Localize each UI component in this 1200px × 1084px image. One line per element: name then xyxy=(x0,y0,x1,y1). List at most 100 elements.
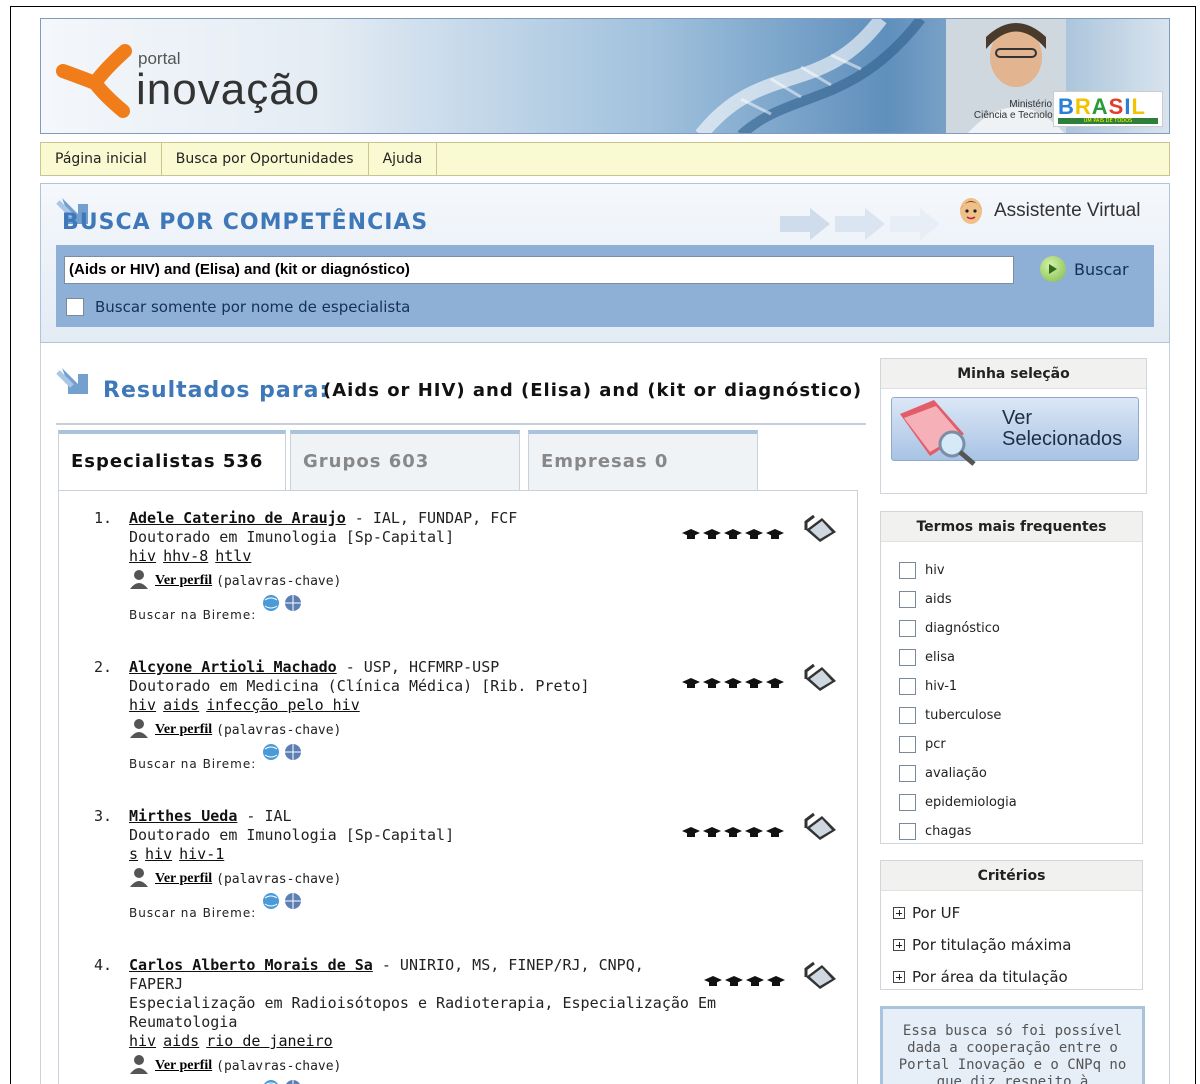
view-profile-link[interactable]: Ver perfil xyxy=(155,722,212,738)
term-item[interactable]: avaliação xyxy=(881,759,1142,788)
bireme-globe-icons[interactable] xyxy=(261,743,303,761)
term-label: diagnóstico xyxy=(925,621,1000,636)
term-item[interactable]: pcr xyxy=(881,730,1142,759)
criteria-item[interactable]: Por UF xyxy=(881,897,1142,929)
term-item[interactable]: diagnóstico xyxy=(881,614,1142,643)
keyword-link[interactable]: aids xyxy=(163,1032,199,1050)
graduation-cap-icon xyxy=(704,974,722,986)
profile-row: Ver perfil (palavras-chave) xyxy=(129,867,709,891)
bireme-globe-icons[interactable] xyxy=(261,594,303,612)
result-keywords: hiv aids infecção pelo hiv xyxy=(129,696,709,715)
criteria-label: Por área da titulação xyxy=(912,968,1068,986)
keyword-link[interactable]: hiv-1 xyxy=(179,845,224,863)
keyword-link[interactable]: htlv xyxy=(215,547,251,565)
term-checkbox[interactable] xyxy=(899,620,916,637)
result-body: Adele Caterino de Araujo - IAL, FUNDAP, … xyxy=(129,509,709,624)
graduation-cap-icon xyxy=(725,974,743,986)
result-detail: Doutorado em Medicina (Clínica Médica) [… xyxy=(129,677,590,695)
view-selected-button[interactable]: Ver Selecionados xyxy=(891,397,1139,466)
search-button[interactable]: Buscar xyxy=(1040,256,1129,282)
term-checkbox[interactable] xyxy=(899,591,916,608)
keyword-link[interactable]: hiv xyxy=(129,1032,156,1050)
criteria-item[interactable]: Por titulação máxima xyxy=(881,929,1142,961)
search-input[interactable]: (Aids or HIV) and (Elisa) and (kit or di… xyxy=(64,256,1014,284)
result-affiliation: - IAL xyxy=(237,807,292,825)
result-heading: Carlos Alberto Morais de Sa - UNIRIO, MS… xyxy=(129,956,709,975)
tab-especialistas[interactable]: Especialistas 536 xyxy=(58,430,286,491)
folder-search-icon xyxy=(900,400,976,466)
keyword-link[interactable]: s xyxy=(129,845,138,863)
nav-home[interactable]: Página inicial xyxy=(41,143,162,175)
result-name-link[interactable]: Alcyone Artioli Machado xyxy=(129,658,337,676)
graduation-cap-icon xyxy=(682,676,700,688)
graduation-cap-icon xyxy=(745,676,763,688)
term-checkbox[interactable] xyxy=(899,649,916,666)
term-item[interactable]: aids xyxy=(881,585,1142,614)
result-number: 4. xyxy=(94,956,113,974)
graduation-cap-icon xyxy=(682,825,700,837)
tab-grupos[interactable]: Grupos 603 xyxy=(290,430,520,490)
bireme-label: Buscar na Bireme: xyxy=(129,757,257,771)
graduation-cap-icons xyxy=(682,676,784,688)
virtual-assistant[interactable]: Assistente Virtual xyxy=(958,196,1140,226)
book-icon[interactable] xyxy=(804,663,838,693)
result-body: Mirthes Ueda - IAL Doutorado em Imunologi… xyxy=(129,807,709,922)
only-name-option: Buscar somente por nome de especialista xyxy=(66,298,410,316)
keyword-link[interactable]: rio de janeiro xyxy=(206,1032,332,1050)
term-checkbox[interactable] xyxy=(899,794,916,811)
term-item[interactable]: chagas xyxy=(881,817,1142,846)
graduation-cap-icon xyxy=(745,825,763,837)
view-profile-link[interactable]: Ver perfil xyxy=(155,871,212,887)
bireme-globe-icons[interactable] xyxy=(261,1079,303,1084)
nav-help[interactable]: Ajuda xyxy=(369,143,438,175)
term-item[interactable]: hiv-1 xyxy=(881,672,1142,701)
result-heading: Mirthes Ueda - IAL xyxy=(129,807,709,826)
term-checkbox[interactable] xyxy=(899,823,916,840)
term-label: pcr xyxy=(925,737,946,752)
results-title: Resultados para: xyxy=(103,378,330,403)
keyword-link[interactable]: aids xyxy=(163,696,199,714)
graduation-cap-icon xyxy=(766,527,784,539)
nav-opportunities[interactable]: Busca por Oportunidades xyxy=(162,143,369,175)
result-affiliation: - USP, HCFMRP-USP xyxy=(336,658,500,676)
term-label: aids xyxy=(925,592,952,607)
term-item[interactable]: tuberculose xyxy=(881,701,1142,730)
term-checkbox[interactable] xyxy=(899,765,916,782)
view-selected-line2: Selecionados xyxy=(1002,428,1123,450)
bireme-row: Buscar na Bireme: xyxy=(129,892,709,922)
profile-keywords-label: (palavras-chave) xyxy=(216,573,342,589)
keyword-link[interactable]: hiv xyxy=(145,845,172,863)
result-name-link[interactable]: Mirthes Ueda xyxy=(129,807,237,825)
term-checkbox[interactable] xyxy=(899,707,916,724)
bireme-row: Buscar na Bireme: xyxy=(129,1079,709,1084)
criteria-item[interactable]: Por área da titulação xyxy=(881,961,1142,993)
view-profile-link[interactable]: Ver perfil xyxy=(155,1058,212,1074)
book-icon[interactable] xyxy=(804,812,838,842)
keyword-link[interactable]: hiv xyxy=(129,547,156,565)
graduation-cap-icon xyxy=(724,825,742,837)
term-checkbox[interactable] xyxy=(899,736,916,753)
tab-empresas[interactable]: Empresas 0 xyxy=(528,430,758,490)
term-checkbox[interactable] xyxy=(899,678,916,695)
user-silhouette-icon xyxy=(129,718,149,742)
term-item[interactable]: epidemiologia xyxy=(881,788,1142,817)
keyword-link[interactable]: infecção pelo hiv xyxy=(206,696,360,714)
keyword-link[interactable]: hhv-8 xyxy=(163,547,208,565)
term-item[interactable]: hiv xyxy=(881,556,1142,585)
criteria-label: Por UF xyxy=(912,904,961,922)
book-icon[interactable] xyxy=(804,514,838,544)
keyword-link[interactable]: hiv xyxy=(129,696,156,714)
graduation-cap-icon xyxy=(766,825,784,837)
only-name-checkbox[interactable] xyxy=(66,298,84,316)
bireme-globe-icons[interactable] xyxy=(261,892,303,910)
expand-plus-icon xyxy=(893,971,905,983)
expand-plus-icon xyxy=(893,939,905,951)
term-checkbox[interactable] xyxy=(899,562,916,579)
view-profile-link[interactable]: Ver perfil xyxy=(155,573,212,589)
term-item[interactable]: elisa xyxy=(881,643,1142,672)
book-icon[interactable] xyxy=(804,961,838,991)
result-name-link[interactable]: Adele Caterino de Araujo xyxy=(129,509,346,527)
result-name-link[interactable]: Carlos Alberto Morais de Sa xyxy=(129,956,373,974)
play-icon xyxy=(1040,256,1066,282)
result-number: 1. xyxy=(94,509,113,527)
